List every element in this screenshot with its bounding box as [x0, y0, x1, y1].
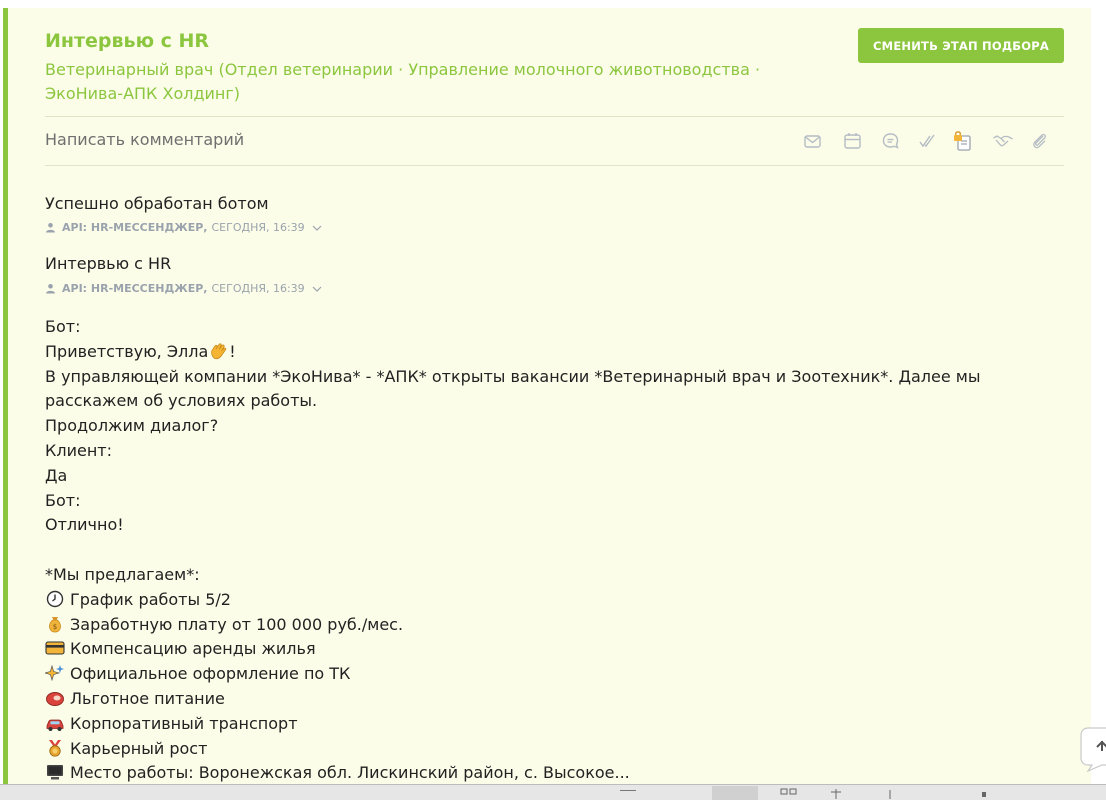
offer-text: Льготное питание — [70, 688, 225, 708]
chevron-down-icon[interactable] — [312, 224, 322, 232]
event-author: API: HR-МЕССЕНДЖЕР, — [62, 221, 208, 234]
chat-widget-icon — [1080, 727, 1106, 773]
locked-clipboard-icon[interactable] — [952, 130, 974, 152]
sparkles-icon — [45, 664, 64, 682]
meat-icon — [46, 692, 64, 706]
mail-icon[interactable] — [802, 130, 824, 152]
message-line: Отлично! — [45, 515, 124, 535]
taskbar-app-window-icon[interactable] — [712, 786, 758, 800]
divider-bottom — [45, 165, 1064, 166]
medal-icon — [49, 739, 61, 757]
offer-item: График работы 5/2 — [45, 588, 1075, 613]
handshake-icon[interactable] — [992, 130, 1014, 152]
message-line: В управляющей компании *ЭкоНива* - *АПК*… — [45, 366, 981, 386]
offer-item: Компенсацию аренды жилья — [45, 637, 1075, 662]
taskbar-app-grid-icon[interactable] — [778, 786, 800, 800]
event-time: СЕГОДНЯ, 16:39 — [211, 282, 305, 295]
divider-top — [45, 116, 1064, 117]
offer-item: Корпоративный транспорт — [45, 712, 1075, 737]
stage-card: Интервью с HR Ветеринарный врач (Отдел в… — [3, 8, 1091, 784]
person-icon — [46, 223, 55, 233]
clock-icon — [46, 590, 64, 607]
os-taskbar — [0, 784, 1106, 800]
paperclip-icon[interactable] — [1028, 130, 1050, 152]
offer-text: Официальное оформление по ТК — [70, 664, 351, 684]
vacancy-line-2: ЭкоНива-АПК Холдинг) — [45, 84, 241, 103]
offer-text: Заработную плату от 100 000 руб./мес. — [70, 614, 404, 634]
message-line: Клиент: — [45, 440, 112, 460]
message-line: Бот: — [45, 317, 81, 336]
chevron-down-icon[interactable] — [312, 285, 322, 293]
message-line: Приветствую, Элла! — [45, 340, 1075, 365]
offer-title: *Мы предлагаем*: — [45, 564, 200, 584]
change-stage-button[interactable]: СМЕНИТЬ ЭТАП ПОДБОРА — [858, 28, 1064, 63]
taskbar-app-line-icon[interactable] — [884, 786, 896, 800]
car-icon — [46, 719, 64, 731]
svg-text:$: $ — [53, 623, 57, 631]
offer-item: Место работы: Воронежская обл. Лискински… — [45, 761, 1075, 784]
window-top-edge — [0, 0, 1106, 8]
event-meta: API: HR-МЕССЕНДЖЕР, СЕГОДНЯ, 16:39 — [45, 221, 322, 234]
event-title: Интервью с HR — [45, 254, 172, 273]
event-time: СЕГОДНЯ, 16:39 — [211, 221, 305, 234]
event-title: Успешно обработан ботом — [45, 194, 269, 213]
offer-item: $ Заработную плату от 100 000 руб./мес. — [45, 613, 1075, 638]
double-check-icon[interactable] — [917, 130, 939, 152]
vacancy-link[interactable]: Ветеринарный врач (Отдел ветеринарии · У… — [45, 58, 835, 106]
taskbar-tray-icon[interactable] — [980, 786, 988, 800]
message-line: Продолжим диалог? — [45, 416, 219, 436]
offer-text: График работы 5/2 — [70, 589, 231, 609]
message-line: расскажем об условиях работы. — [45, 391, 318, 411]
offer-text: Место работы: Воронежская обл. Лискински… — [70, 763, 630, 783]
offer-text: Компенсацию аренды жилья — [70, 639, 316, 659]
taskbar-indicator — [620, 790, 636, 791]
computer-icon — [47, 765, 63, 780]
person-icon — [46, 284, 55, 294]
stage-title: Интервью с HR — [45, 30, 210, 52]
bot-message: Бот: Приветствую, Элла! В управляющей ко… — [45, 315, 1075, 784]
comment-input[interactable]: Написать комментарий — [45, 130, 244, 149]
offer-text: Корпоративный транспорт — [70, 713, 298, 733]
event-author: API: HR-МЕССЕНДЖЕР, — [62, 282, 208, 295]
page-right-edge — [1091, 8, 1106, 784]
offer-item: Официальное оформление по ТК — [45, 662, 1075, 687]
offer-text: Карьерный рост — [70, 738, 208, 758]
chat-widget-button[interactable] — [1080, 727, 1106, 773]
offer-item: Карьерный рост — [45, 737, 1075, 762]
credit-card-icon — [45, 641, 65, 655]
greeting-end: ! — [229, 341, 236, 361]
taskbar-app-pin-icon[interactable] — [828, 786, 844, 800]
vacancy-line-1: Ветеринарный врач (Отдел ветеринарии · У… — [45, 60, 761, 79]
offer-item: Льготное питание — [45, 687, 1075, 712]
chat-icon[interactable] — [880, 130, 902, 152]
message-line: Бот: — [45, 490, 81, 510]
message-line: Да — [45, 465, 68, 485]
money-bag-icon: $ — [49, 616, 61, 632]
waving-hand-icon — [211, 343, 227, 359]
event-meta: API: HR-МЕССЕНДЖЕР, СЕГОДНЯ, 16:39 — [45, 282, 322, 295]
calendar-icon[interactable] — [842, 130, 864, 152]
greeting-text: Приветствую, Элла — [45, 341, 209, 361]
